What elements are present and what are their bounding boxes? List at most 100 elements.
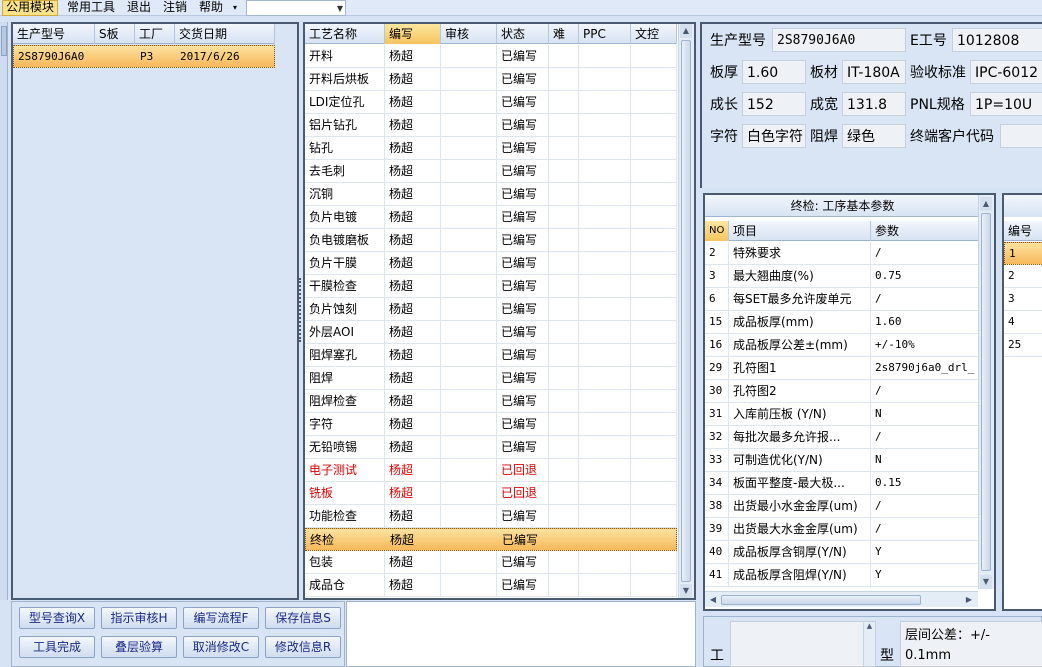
col-status[interactable]: 状态: [497, 24, 549, 44]
model-row[interactable]: 2S8790J6A0 P3 2017/6/26: [13, 45, 275, 68]
col-number[interactable]: 编号: [1004, 221, 1042, 241]
mask-field[interactable]: 绿色: [842, 124, 906, 148]
process-row[interactable]: 负电镀磨板 杨超 已编写: [305, 229, 677, 252]
param-row[interactable]: 40 成品板厚含铜厚(Y/N) Y: [705, 541, 980, 564]
number-row[interactable]: 4: [1004, 311, 1042, 334]
process-row[interactable]: 阻焊塞孔 杨超 已编写: [305, 344, 677, 367]
module-combo[interactable]: ▼: [246, 0, 346, 16]
col-factory[interactable]: 工厂: [135, 24, 175, 44]
process-row[interactable]: 成品仓 杨超 已编写: [305, 574, 677, 597]
process-row[interactable]: 开料后烘板 杨超 已编写: [305, 68, 677, 91]
col-reviewer[interactable]: 审核: [441, 24, 497, 44]
scroll-up-icon[interactable]: ▲: [864, 622, 875, 630]
tool-textarea[interactable]: ▲: [730, 621, 876, 667]
param-row[interactable]: 3 最大翘曲度(%) 0.75: [705, 265, 980, 288]
process-row[interactable]: 包装 杨超 已编写: [305, 551, 677, 574]
menu-logout[interactable]: 注销: [160, 0, 190, 16]
col-s-board[interactable]: S板: [95, 24, 135, 44]
col-doc-control[interactable]: 文控: [631, 24, 677, 44]
col-delivery-date[interactable]: 交货日期: [175, 24, 275, 44]
param-row[interactable]: 41 成品板厚含阻焊(Y/N) Y: [705, 564, 980, 587]
review-instruction-button[interactable]: 指示审核H: [101, 607, 177, 629]
number-row[interactable]: 2: [1004, 265, 1042, 288]
menu-common-tools[interactable]: 常用工具: [64, 0, 118, 16]
process-row[interactable]: 沉铜 杨超 已编写: [305, 183, 677, 206]
char-field[interactable]: 白色字符: [742, 124, 806, 148]
col-difficulty[interactable]: 难: [549, 24, 579, 44]
scroll-left-icon[interactable]: ◀: [707, 593, 719, 606]
param-row[interactable]: 33 可制造优化(Y/N) N: [705, 449, 980, 472]
tolerance-box[interactable]: 层间公差：+/- 0.1mm: [900, 621, 1042, 667]
process-row[interactable]: 铝片钻孔 杨超 已编写: [305, 114, 677, 137]
process-row[interactable]: 负片干膜 杨超 已编写: [305, 252, 677, 275]
param-row[interactable]: 16 成品板厚公差±(mm) +/-10%: [705, 334, 980, 357]
process-row[interactable]: 去毛刺 杨超 已编写: [305, 160, 677, 183]
process-row[interactable]: 功能检查 杨超 已编写: [305, 505, 677, 528]
eno-field[interactable]: 1012808: [952, 28, 1042, 52]
customer-field[interactable]: [1000, 124, 1042, 148]
col-item[interactable]: 项目: [729, 221, 871, 241]
param-row[interactable]: 29 孔符图1 2s8790j6a0_drl_: [705, 357, 980, 380]
save-info-button[interactable]: 保存信息S: [265, 607, 341, 629]
param-row[interactable]: 2 特殊要求 /: [705, 242, 980, 265]
model-query-button[interactable]: 型号查询X: [19, 607, 95, 629]
col-ppc[interactable]: PPC: [579, 24, 631, 44]
params-vscrollbar[interactable]: ▲ ▼: [978, 195, 994, 589]
number-row[interactable]: 3: [1004, 288, 1042, 311]
width-field[interactable]: 131.8: [842, 92, 906, 116]
menu-dropdown-arrow-icon[interactable]: ▾: [230, 0, 240, 16]
process-row[interactable]: 外层AOI 杨超 已编写: [305, 321, 677, 344]
scroll-down-icon[interactable]: ▼: [680, 584, 692, 598]
scroll-down-icon[interactable]: ▼: [980, 575, 992, 589]
process-row[interactable]: 字符 杨超 已编写: [305, 413, 677, 436]
chevron-down-icon[interactable]: ▼: [337, 1, 343, 16]
length-field[interactable]: 152: [742, 92, 806, 116]
param-row[interactable]: 38 出货最小水金金厚(um) /: [705, 495, 980, 518]
process-row[interactable]: LDI定位孔 杨超 已编写: [305, 91, 677, 114]
col-process-name[interactable]: 工艺名称: [305, 24, 385, 44]
process-row[interactable]: 钻孔 杨超 已编写: [305, 137, 677, 160]
cancel-edit-button[interactable]: 取消修改C: [183, 636, 259, 658]
process-scrollbar[interactable]: ▲ ▼: [678, 24, 694, 598]
textarea-scrollbar[interactable]: ▲: [863, 622, 875, 666]
pnl-field[interactable]: 1P=10U: [970, 92, 1042, 116]
process-row[interactable]: 无铅喷锡 杨超 已编写: [305, 436, 677, 459]
params-hscrollbar[interactable]: ◀ ▶: [705, 591, 978, 607]
col-writer[interactable]: 编写: [385, 24, 441, 44]
col-no[interactable]: NO: [705, 221, 729, 241]
left-dock-strip[interactable]: [0, 22, 8, 600]
process-row[interactable]: 开料 杨超 已编写: [305, 45, 677, 68]
process-row[interactable]: 干膜检查 杨超 已编写: [305, 275, 677, 298]
process-row[interactable]: 终检 杨超 已编写: [305, 528, 677, 551]
scroll-up-icon[interactable]: ▲: [680, 24, 692, 38]
params-hscroll-thumb[interactable]: [721, 595, 921, 605]
scroll-up-icon[interactable]: ▲: [980, 197, 992, 211]
param-row[interactable]: 32 每批次最多允许报... /: [705, 426, 980, 449]
write-flow-button[interactable]: 编写流程F: [183, 607, 259, 629]
process-row[interactable]: 阻焊 杨超 已编写: [305, 367, 677, 390]
scroll-right-icon[interactable]: ▶: [963, 593, 975, 606]
param-row[interactable]: 31 入库前压板 (Y/N) N: [705, 403, 980, 426]
process-row[interactable]: 负片蚀刻 杨超 已编写: [305, 298, 677, 321]
edit-info-button[interactable]: 修改信息R: [265, 636, 341, 658]
material-field[interactable]: IT-180A: [842, 60, 906, 84]
params-vscroll-thumb[interactable]: [981, 213, 991, 571]
number-row[interactable]: 1: [1004, 242, 1042, 265]
number-row[interactable]: 25: [1004, 334, 1042, 357]
splitter-handle[interactable]: [298, 270, 302, 350]
param-row[interactable]: 34 板面平整度-最大极... 0.15: [705, 472, 980, 495]
col-param[interactable]: 参数: [871, 221, 980, 241]
param-row[interactable]: 15 成品板厚(mm) 1.60: [705, 311, 980, 334]
process-row[interactable]: 电子测试 杨超 已回退: [305, 459, 677, 482]
param-row[interactable]: 30 孔符图2/: [705, 380, 980, 403]
process-row[interactable]: 负片电镀 杨超 已编写: [305, 206, 677, 229]
menu-exit[interactable]: 退出: [124, 0, 154, 16]
param-row[interactable]: 6 每SET最多允许废单元 /: [705, 288, 980, 311]
tool-complete-button[interactable]: 工具完成: [19, 636, 95, 658]
standard-field[interactable]: IPC-6012 I: [970, 60, 1042, 84]
dock-tab[interactable]: [1, 26, 7, 56]
process-row[interactable]: 铣板 杨超 已回退: [305, 482, 677, 505]
scroll-thumb[interactable]: [681, 40, 691, 582]
stackup-check-button[interactable]: 叠层验算: [101, 636, 177, 658]
thickness-field[interactable]: 1.60: [742, 60, 806, 84]
